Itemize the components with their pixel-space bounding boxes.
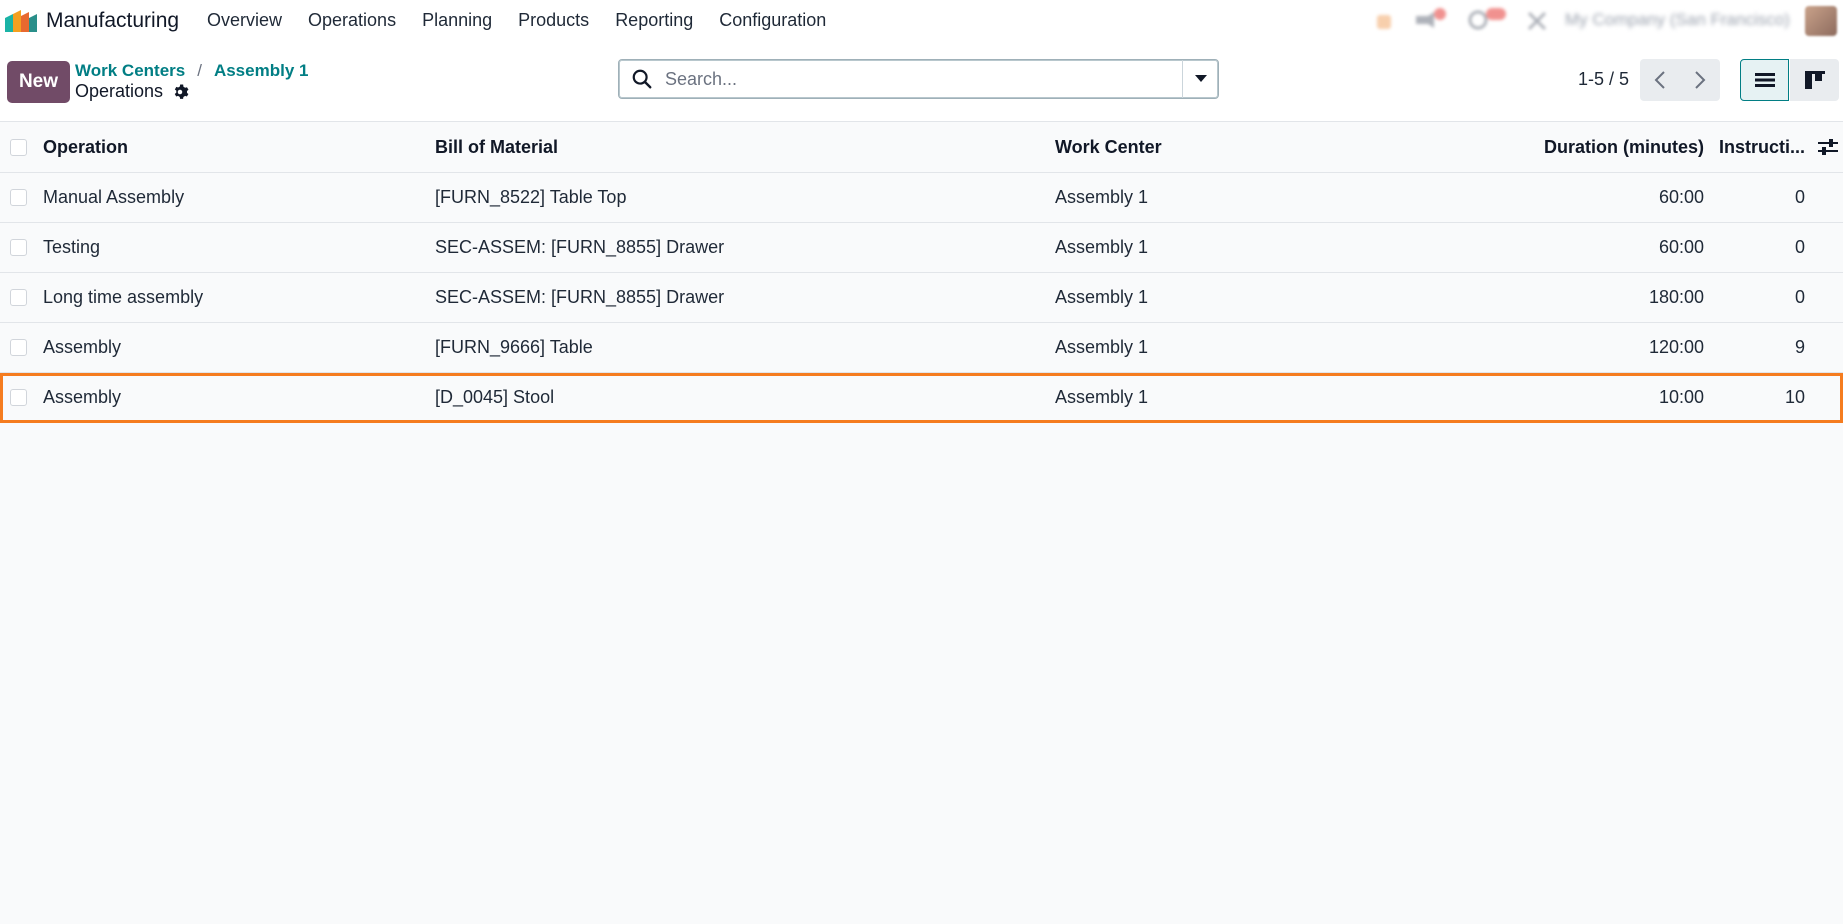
- cell-work-center: Assembly 1: [1055, 287, 1149, 307]
- cell-work-center: Assembly 1: [1055, 387, 1149, 407]
- row-checkbox[interactable]: [9, 389, 27, 406]
- breadcrumb-separator: /: [197, 61, 202, 80]
- column-header-instructions[interactable]: Instructi...: [1719, 122, 1805, 172]
- gear-icon[interactable]: [171, 83, 189, 101]
- cell-bom: SEC-ASSEM: [FURN_8855] Drawer: [435, 237, 725, 257]
- optional-columns-toggle[interactable]: [1817, 122, 1839, 172]
- row-checkbox[interactable]: [9, 239, 27, 256]
- list-view-icon: [1754, 73, 1775, 87]
- pager-next-button[interactable]: [1680, 59, 1720, 101]
- caret-down-icon: [1194, 75, 1207, 82]
- row-select-cell: [8, 373, 28, 422]
- menu-operations[interactable]: Operations: [308, 10, 396, 31]
- cell-bom: SEC-ASSEM: [FURN_8855] Drawer: [435, 287, 725, 307]
- cell-operation: Assembly: [43, 387, 122, 407]
- search-icon: [632, 69, 652, 89]
- settings-tools-icon[interactable]: [1526, 10, 1548, 32]
- breadcrumb-work-centers[interactable]: Work Centers: [75, 61, 185, 81]
- new-button[interactable]: New: [7, 61, 70, 103]
- table-row[interactable]: Manual Assembly [FURN_8522] Table Top As…: [0, 173, 1843, 223]
- cell-instructions: 0: [1794, 287, 1805, 307]
- cell-operation: Long time assembly: [43, 287, 204, 307]
- column-header-bom[interactable]: Bill of Material: [435, 122, 558, 172]
- cell-bom: [FURN_9666] Table: [435, 337, 593, 357]
- cell-duration: 60:00: [1658, 187, 1704, 207]
- table-row[interactable]: Testing SEC-ASSEM: [FURN_8855] Drawer As…: [0, 223, 1843, 273]
- sliders-icon: [1818, 139, 1838, 155]
- company-switcher[interactable]: My Company (San Francisco): [1565, 10, 1790, 30]
- cell-instructions: 0: [1794, 237, 1805, 257]
- table-header: Operation Bill of Material Work Center D…: [0, 122, 1843, 173]
- breadcrumb: Work Centers / Assembly 1: [75, 61, 308, 81]
- row-select-cell: [8, 273, 28, 322]
- cell-duration: 60:00: [1658, 237, 1704, 257]
- cell-bom: [D_0045] Stool: [435, 387, 555, 407]
- activity-icon[interactable]: [1468, 6, 1508, 32]
- column-header-operation[interactable]: Operation: [43, 122, 128, 172]
- search-options-toggle[interactable]: [1182, 60, 1218, 98]
- menu-reporting[interactable]: Reporting: [615, 10, 693, 31]
- cell-instructions: 0: [1794, 187, 1805, 207]
- chevron-left-icon: [1654, 71, 1665, 89]
- row-select-cell: [8, 223, 28, 272]
- menu-overview[interactable]: Overview: [207, 10, 282, 31]
- search-box: [618, 59, 1219, 99]
- cell-instructions: 9: [1794, 337, 1805, 357]
- row-checkbox[interactable]: [9, 339, 27, 356]
- cell-duration: 120:00: [1648, 337, 1704, 357]
- cell-operation: Testing: [43, 237, 101, 257]
- cell-work-center: Assembly 1: [1055, 237, 1149, 257]
- row-checkbox[interactable]: [9, 289, 27, 306]
- table-row-highlighted[interactable]: Assembly [D_0045] Stool Assembly 1 10:00…: [0, 373, 1843, 423]
- menu-products[interactable]: Products: [518, 10, 589, 31]
- column-header-work-center[interactable]: Work Center: [1055, 122, 1162, 172]
- kanban-view-button[interactable]: [1790, 59, 1839, 101]
- cell-duration: 180:00: [1648, 287, 1704, 307]
- cell-operation: Manual Assembly: [43, 187, 185, 207]
- column-header-duration[interactable]: Duration (minutes): [1544, 122, 1704, 172]
- cell-work-center: Assembly 1: [1055, 187, 1149, 207]
- search-input[interactable]: [665, 68, 1165, 90]
- row-select-cell: [8, 323, 28, 372]
- cell-bom: [FURN_8522] Table Top: [435, 187, 627, 207]
- app-name[interactable]: Manufacturing: [46, 9, 179, 33]
- control-panel: New Work Centers / Assembly 1 Operations…: [0, 42, 1843, 122]
- chevron-right-icon: [1695, 71, 1706, 89]
- select-all-checkbox[interactable]: [9, 138, 27, 156]
- breadcrumb-assembly-1[interactable]: Assembly 1: [214, 61, 309, 81]
- table-row[interactable]: Long time assembly SEC-ASSEM: [FURN_8855…: [0, 273, 1843, 323]
- page-title-wrap: Operations: [75, 81, 189, 102]
- page-title: Operations: [75, 81, 164, 101]
- messaging-icon[interactable]: [1414, 8, 1448, 32]
- cell-duration: 10:00: [1658, 387, 1704, 407]
- pager-previous-button[interactable]: [1640, 59, 1680, 101]
- table-row[interactable]: Assembly [FURN_9666] Table Assembly 1 12…: [0, 323, 1843, 373]
- cell-instructions: 10: [1784, 387, 1805, 407]
- list-view-button[interactable]: [1740, 59, 1789, 101]
- cell-work-center: Assembly 1: [1055, 337, 1149, 357]
- row-select-cell: [8, 173, 28, 222]
- debug-icon[interactable]: [1374, 12, 1394, 32]
- user-avatar[interactable]: [1805, 6, 1837, 36]
- manufacturing-app-icon[interactable]: [3, 8, 37, 32]
- pager-value[interactable]: 1-5 / 5: [1578, 69, 1629, 90]
- kanban-view-icon: [1804, 71, 1825, 89]
- menu-configuration[interactable]: Configuration: [719, 10, 826, 31]
- menu-planning[interactable]: Planning: [422, 10, 492, 31]
- select-all-cell: [8, 122, 28, 172]
- operations-list: Operation Bill of Material Work Center D…: [0, 122, 1843, 423]
- top-navbar: Manufacturing Overview Operations Planni…: [0, 0, 1843, 42]
- cell-operation: Assembly: [43, 337, 122, 357]
- row-checkbox[interactable]: [9, 189, 27, 206]
- main-menu: Overview Operations Planning Products Re…: [207, 10, 852, 31]
